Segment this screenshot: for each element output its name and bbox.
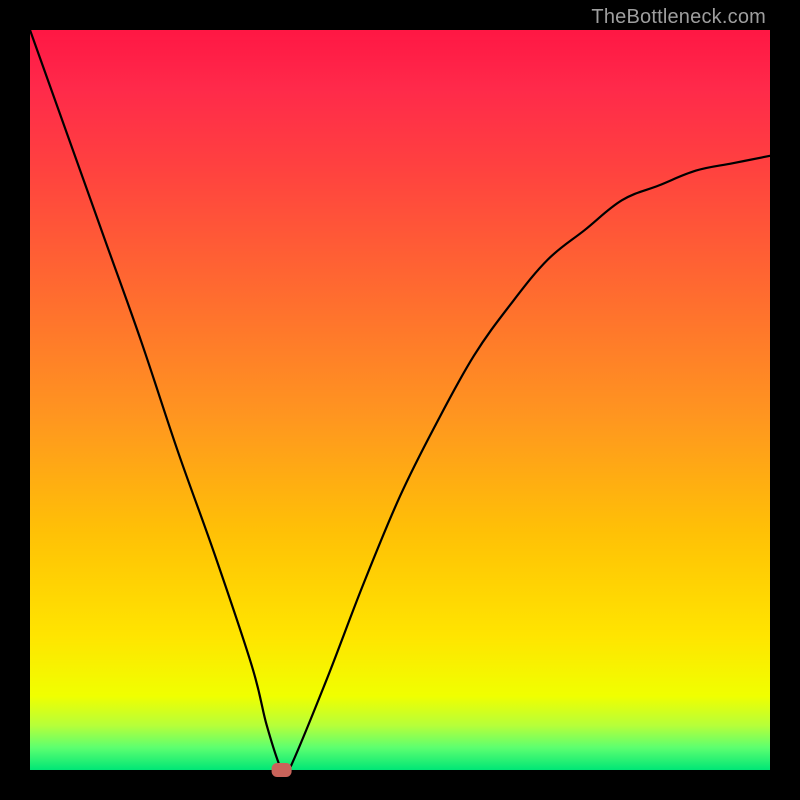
plot-area	[30, 30, 770, 770]
curve-overlay	[30, 30, 770, 770]
chart-frame: TheBottleneck.com	[0, 0, 800, 800]
bottleneck-curve	[30, 30, 770, 779]
watermark-text: TheBottleneck.com	[591, 6, 766, 29]
minimum-marker	[272, 764, 291, 777]
